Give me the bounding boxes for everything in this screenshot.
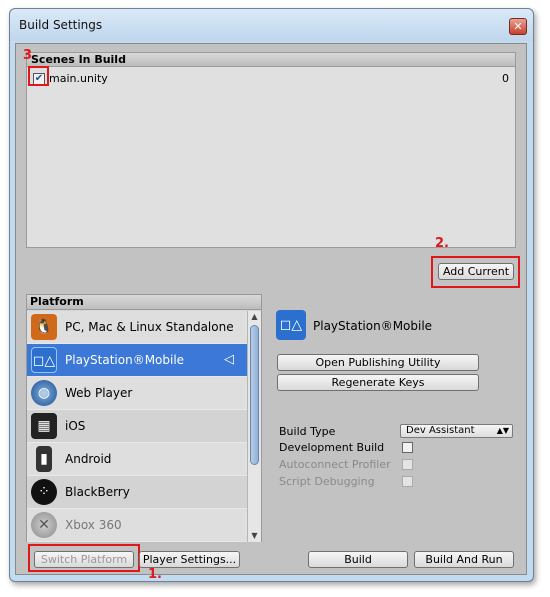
- scroll-up-icon[interactable]: ▲: [248, 311, 261, 323]
- client-area: Scenes In Build ✔ main.unity 0 3 2. Add …: [15, 43, 527, 582]
- playstation-mobile-icon: ◻△: [31, 347, 57, 373]
- web-player-globe-icon: ◍: [31, 380, 57, 406]
- selected-platform-icon: ◻△: [276, 310, 306, 340]
- build-button[interactable]: Build: [308, 551, 408, 568]
- annotation-1: 1.: [148, 567, 162, 582]
- selected-platform-title: PlayStation®Mobile: [313, 319, 433, 333]
- regenerate-keys-button[interactable]: Regenerate Keys: [277, 374, 479, 391]
- dropdown-arrow-icon: ▲▼: [496, 426, 509, 435]
- build-settings-window: Build Settings ✕ Scenes In Build ✔ main.…: [9, 8, 534, 582]
- window-title: Build Settings: [19, 18, 103, 32]
- platform-label: PlayStation®Mobile: [65, 353, 185, 367]
- player-settings-button[interactable]: Player Settings...: [139, 551, 240, 568]
- autoconnect-profiler-label: Autoconnect Profiler: [279, 458, 391, 471]
- scenes-header: Scenes In Build: [27, 53, 515, 67]
- build-type-label: Build Type: [279, 425, 336, 438]
- script-debugging-label: Script Debugging: [279, 475, 375, 488]
- platform-header: Platform: [27, 295, 261, 310]
- annotation-3: 3: [23, 48, 33, 63]
- platform-scrollbar[interactable]: ▲ ▼: [247, 311, 261, 542]
- open-publishing-utility-button[interactable]: Open Publishing Utility: [277, 354, 479, 371]
- platform-item-android[interactable]: ▮ Android: [27, 443, 248, 476]
- title-bar: Build Settings ✕: [10, 9, 533, 41]
- platform-label: Xbox 360: [65, 518, 122, 532]
- pc-mac-linux-icon: 🐧: [31, 314, 57, 340]
- blackberry-icon: ⁘: [31, 479, 57, 505]
- scrollbar-thumb[interactable]: [250, 325, 259, 465]
- scene-row[interactable]: ✔ main.unity 0: [33, 72, 509, 86]
- platform-label: Android: [65, 452, 112, 466]
- scene-index: 0: [502, 72, 509, 85]
- platform-label: BlackBerry: [65, 485, 130, 499]
- annotation-2: 2.: [435, 236, 449, 251]
- xbox-360-icon: ✕: [31, 512, 57, 538]
- platform-label: iOS: [65, 419, 86, 433]
- platform-item-playstation-mobile[interactable]: ◻△ PlayStation®Mobile ◁: [27, 344, 248, 377]
- close-icon: ✕: [513, 20, 523, 33]
- platform-label: Web Player: [65, 386, 133, 400]
- build-type-value: Dev Assistant: [406, 425, 475, 436]
- development-build-label: Development Build: [279, 441, 385, 454]
- platform-panel: Platform 🐧 PC, Mac & Linux Standalone ◻△…: [26, 294, 262, 542]
- platform-item-web-player[interactable]: ◍ Web Player: [27, 377, 248, 410]
- ios-device-icon: ▦: [31, 413, 57, 439]
- android-phone-icon: ▮: [36, 446, 52, 472]
- platform-item-ios[interactable]: ▦ iOS: [27, 410, 248, 443]
- build-type-dropdown[interactable]: Dev Assistant ▲▼: [400, 424, 513, 438]
- add-current-button[interactable]: Add Current: [438, 263, 514, 280]
- development-build-checkbox[interactable]: [402, 442, 413, 453]
- switch-platform-button[interactable]: Switch Platform: [34, 551, 134, 568]
- platform-label: PC, Mac & Linux Standalone: [65, 320, 234, 334]
- build-and-run-button[interactable]: Build And Run: [414, 551, 514, 568]
- platform-item-standalone[interactable]: 🐧 PC, Mac & Linux Standalone: [27, 311, 248, 344]
- scenes-in-build-panel: Scenes In Build ✔ main.unity 0: [26, 52, 516, 248]
- annotation-box-3: [28, 66, 49, 86]
- scroll-down-icon[interactable]: ▼: [248, 530, 261, 542]
- close-button[interactable]: ✕: [509, 18, 527, 35]
- platform-item-blackberry[interactable]: ⁘ BlackBerry: [27, 476, 248, 509]
- script-debugging-checkbox: [402, 476, 413, 487]
- platform-item-xbox-360[interactable]: ✕ Xbox 360: [27, 509, 248, 542]
- scene-name: main.unity: [49, 72, 108, 85]
- autoconnect-profiler-checkbox: [402, 459, 413, 470]
- platform-list: 🐧 PC, Mac & Linux Standalone ◻△ PlayStat…: [27, 311, 248, 542]
- unity-active-platform-icon: ◁: [224, 352, 234, 367]
